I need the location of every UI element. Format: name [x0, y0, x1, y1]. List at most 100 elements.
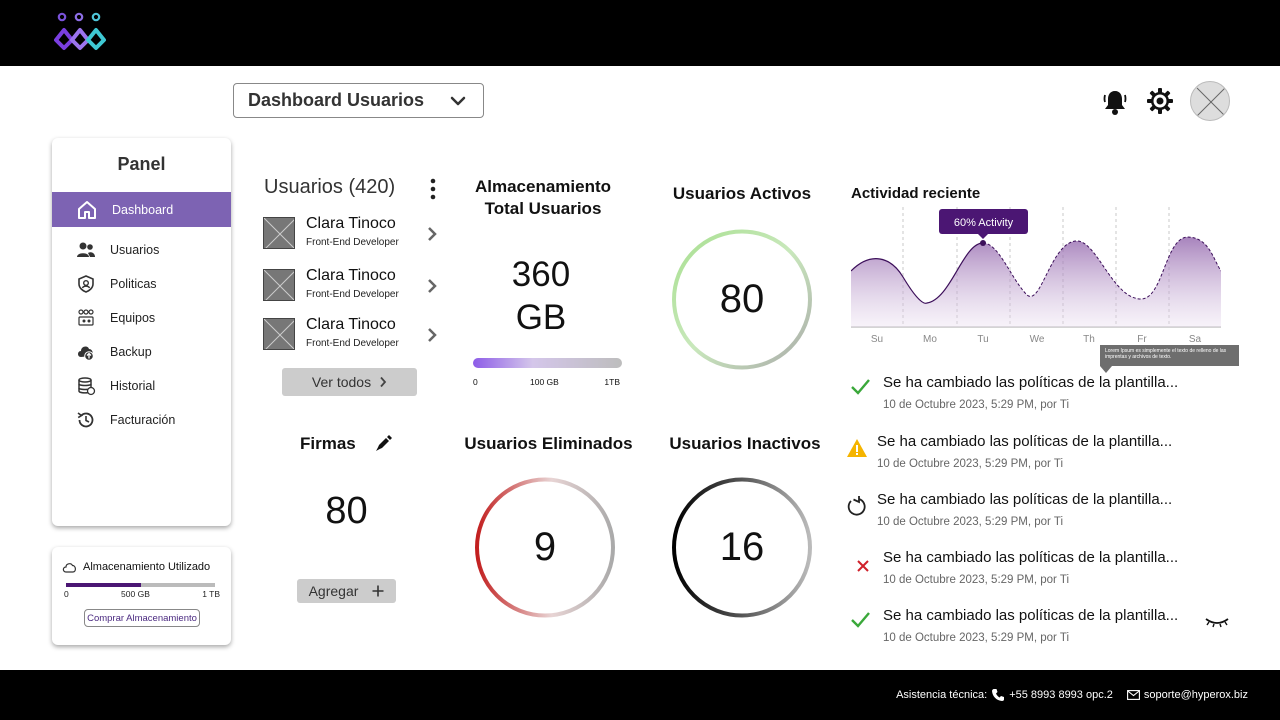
gear-icon[interactable] [1146, 87, 1174, 115]
deleted-users-ring: 9 [474, 475, 616, 620]
support-email[interactable]: soporte@hyperox.biz [1144, 689, 1248, 701]
chart-x-tick: Fr [1137, 334, 1147, 345]
deleted-users-title: Usuarios Eliminados [464, 434, 633, 453]
sidebar-item-label: Politicas [110, 277, 157, 291]
activity-log-text: Se ha cambiado las políticas de la plant… [883, 374, 1179, 391]
deleted-users-value: 9 [533, 525, 557, 569]
avatar [263, 217, 295, 249]
cloud-upload-icon [78, 346, 94, 361]
user-role: Front-End Developer [306, 338, 399, 349]
activity-log-text: Se ha cambiado las políticas de la plant… [883, 549, 1179, 566]
team-icon [78, 309, 94, 326]
storage-used-ticks: 0 500 GB 1 TB [64, 589, 220, 599]
activity-log-text: Se ha cambiado las políticas de la plant… [877, 491, 1173, 508]
activity-log-date: 10 de Octubre 2023, 5:29 PM, por Ti [883, 632, 1070, 644]
chevron-right-icon[interactable] [426, 326, 438, 344]
user-list-item[interactable]: Clara Tinoco Front-End Developer [263, 267, 443, 303]
activity-log-text: Se ha cambiado las políticas de la plant… [877, 433, 1173, 450]
dashboard-select[interactable]: Dashboard Usuarios [233, 83, 484, 118]
sidebar-panel: Panel Dashboard Usuarios Politicas Equip… [52, 138, 231, 526]
sidebar-item-dashboard[interactable]: Dashboard [52, 192, 231, 227]
storage-tick: 1 TB [202, 589, 220, 599]
chart-x-tick: Sa [1189, 334, 1202, 345]
sidebar-item-politicas[interactable]: Politicas [52, 267, 231, 301]
storage-used-card: Almacenamiento Utilizado 0 500 GB 1 TB C… [52, 547, 231, 645]
hint-tooltip: Lorem Ipsum es simplemente el texto de r… [1100, 345, 1239, 373]
support-phone-group: Asistencia técnica: +55 8993 8993 opc.2 [896, 688, 1113, 702]
storage-total-unit: GB [515, 298, 567, 337]
avatar[interactable] [1190, 81, 1230, 121]
chevron-right-icon[interactable] [426, 225, 438, 243]
storage-total-tick: 100 GB [530, 377, 559, 387]
storage-used-title-row: Almacenamiento Utilizado [62, 561, 210, 573]
storage-used-title: Almacenamiento Utilizado [83, 561, 211, 573]
warning-icon [845, 436, 869, 460]
active-users-title: Usuarios Activos [672, 184, 812, 203]
activity-log-item[interactable]: Se ha cambiado las políticas de la plant… [846, 607, 1206, 655]
storage-total-title-line: Total Usuarios [484, 199, 602, 218]
activity-log-date: 10 de Octubre 2023, 5:29 PM, por Ti [877, 516, 1064, 528]
support-phone[interactable]: +55 8993 8993 opc.2 [1009, 689, 1113, 701]
shield-icon [78, 275, 94, 293]
mail-icon [1126, 690, 1140, 700]
activity-log-item[interactable]: Se ha cambiado las políticas de la plant… [846, 374, 1206, 422]
support-email-group: soporte@hyperox.biz [1126, 689, 1248, 701]
activity-chart: 60% Activity Su Mo Tu We Th Fr Sa [851, 207, 1221, 345]
support-label: Asistencia técnica: [896, 689, 988, 701]
check-icon [848, 608, 872, 632]
sidebar-item-backup[interactable]: Backup [52, 335, 231, 369]
chart-x-tick: We [1030, 334, 1045, 345]
storage-total-value: 360 GB [471, 253, 611, 339]
user-role: Front-End Developer [306, 237, 399, 248]
sidebar-item-label: Facturación [110, 413, 176, 427]
activity-log-date: 10 de Octubre 2023, 5:29 PM, por Ti [883, 574, 1070, 586]
pen-icon[interactable] [374, 433, 394, 453]
user-list-item[interactable]: Clara Tinoco Front-End Developer [263, 215, 443, 251]
activity-title: Actividad reciente [851, 185, 981, 202]
chart-x-tick: Su [871, 334, 883, 345]
kebab-menu-icon[interactable] [428, 178, 438, 200]
sidebar-item-facturacion[interactable]: Facturación [52, 403, 231, 437]
active-users-value: 80 [719, 277, 765, 321]
sidebar-item-label: Equipos [110, 311, 156, 325]
bell-icon[interactable] [1100, 87, 1130, 117]
storage-total-tick: 0 [473, 377, 478, 387]
inactive-users-title: Usuarios Inactivos [669, 434, 821, 453]
user-name: Clara Tinoco [306, 267, 396, 284]
chart-x-tick: Tu [977, 334, 988, 345]
chart-x-tick: Th [1083, 334, 1095, 345]
activity-log-item[interactable]: Se ha cambiado las políticas de la plant… [846, 433, 1206, 481]
chevron-right-icon[interactable] [426, 277, 438, 295]
sidebar-item-equipos[interactable]: Equipos [52, 301, 231, 335]
storage-tick: 500 GB [121, 589, 150, 599]
eye-closed-icon[interactable] [1204, 616, 1230, 630]
sidebar-item-label: Usuarios [110, 243, 160, 257]
history-icon [77, 412, 94, 428]
buy-storage-button[interactable]: Comprar Almacenamiento [84, 609, 200, 627]
plus-icon [372, 585, 384, 597]
sidebar-item-historial[interactable]: Historial [52, 369, 231, 403]
add-signature-label: Agregar [308, 583, 359, 599]
storage-total-title: Almacenamiento Total Usuarios [466, 176, 620, 220]
user-list-item[interactable]: Clara Tinoco Front-End Developer [263, 316, 443, 352]
activity-log-item[interactable]: Se ha cambiado las políticas de la plant… [846, 549, 1206, 597]
avatar [263, 269, 295, 301]
chart-point-active [980, 240, 986, 246]
activity-log-item[interactable]: Se ha cambiado las políticas de la plant… [846, 491, 1206, 539]
people-logo-icon[interactable] [52, 12, 110, 52]
activity-log-date: 10 de Octubre 2023, 5:29 PM, por Ti [877, 458, 1064, 470]
dashboard-select-label: Dashboard Usuarios [248, 90, 425, 110]
add-signature-button[interactable]: Agregar [297, 579, 396, 603]
users-icon [77, 242, 95, 257]
storage-total-title-line: Almacenamiento [474, 177, 612, 196]
activity-log-text: Se ha cambiado las políticas de la plant… [883, 607, 1179, 624]
chart-x-tick: Mo [923, 334, 937, 345]
top-bar [0, 0, 1280, 66]
users-title: Usuarios (420) [264, 176, 396, 198]
cloud-icon [62, 562, 76, 573]
storage-used-bar [66, 583, 215, 587]
view-all-button[interactable]: Ver todos [282, 368, 417, 396]
sidebar-item-usuarios[interactable]: Usuarios [52, 233, 231, 267]
signatures-title: Firmas [300, 434, 356, 453]
signatures-value: 80 [325, 490, 368, 532]
